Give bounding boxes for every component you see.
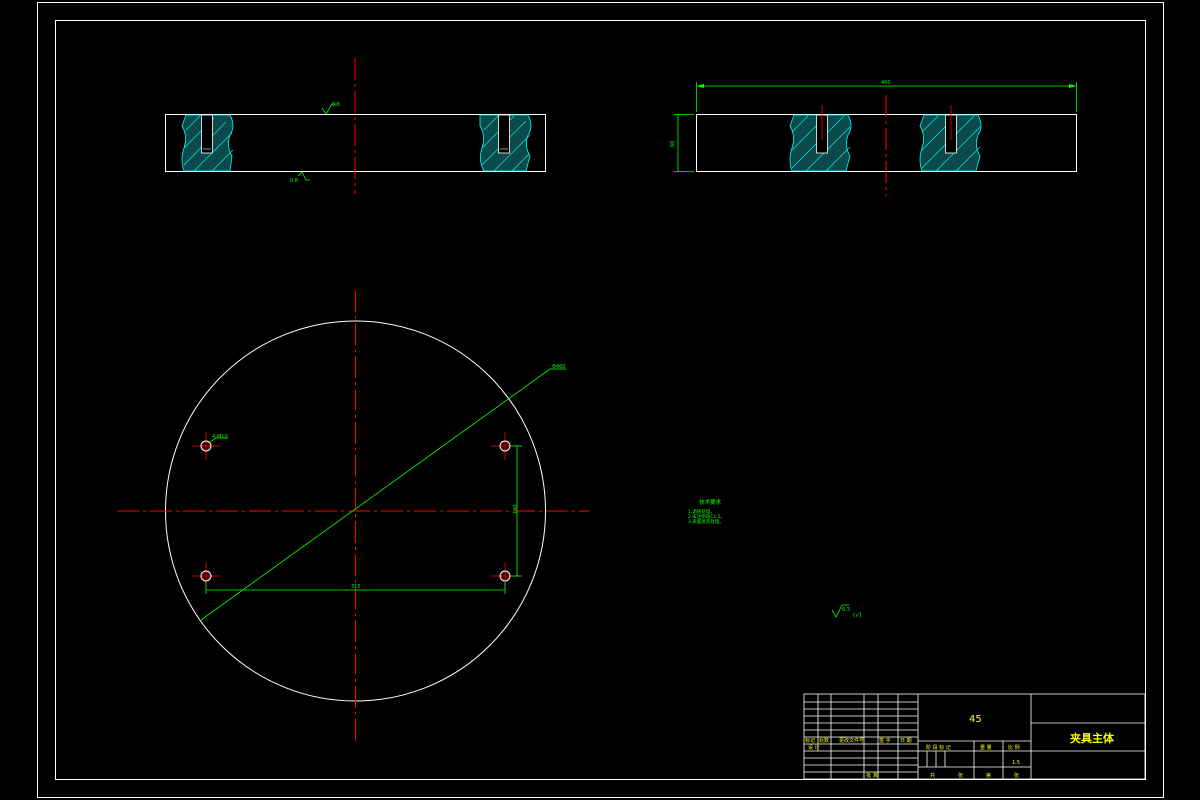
svg-text:张: 张 — [1014, 772, 1019, 779]
svg-text:(√): (√) — [853, 612, 862, 619]
svg-text:6.3: 6.3 — [332, 102, 340, 108]
svg-text:60: 60 — [670, 141, 676, 147]
svg-text:标记: 标记 — [805, 737, 815, 744]
svg-text:张: 张 — [958, 772, 963, 779]
material-label: 45 — [969, 714, 982, 725]
side-section-left — [789, 105, 852, 172]
tech-notes-title: 技术要求 — [699, 498, 722, 506]
plan-view: 4-M10 Φ460 315 140 — [117, 290, 590, 742]
svg-text:重 量: 重 量 — [980, 744, 992, 751]
svg-text:阶 段 标 记: 阶 段 标 记 — [926, 744, 951, 751]
side-height-dimension: 60 — [670, 114, 694, 172]
svg-text:设 计: 设 计 — [808, 744, 820, 751]
tech-note-line: 1.调质处理。 — [688, 508, 715, 515]
svg-text:140: 140 — [513, 504, 519, 514]
tech-note-line: 3.表面发黑处理。 — [688, 518, 724, 525]
front-section-right — [479, 114, 532, 172]
svg-text:日 期: 日 期 — [900, 738, 912, 744]
cad-drawing: 6.3 0.8 460 60 4-M10 Φ460 315 140 技术要求 1… — [37, 2, 1164, 798]
scale-value: 1:5 — [1012, 760, 1020, 766]
svg-text:比 例: 比 例 — [1008, 744, 1020, 751]
front-view: 6.3 0.8 — [165, 58, 546, 194]
general-roughness-note: 6.3 (√) — [831, 604, 862, 619]
svg-text:6.3: 6.3 — [842, 607, 850, 613]
svg-text:4-M10: 4-M10 — [212, 434, 228, 440]
svg-text:0.8: 0.8 — [290, 178, 298, 184]
svg-text:Φ460: Φ460 — [552, 364, 565, 370]
svg-text:共: 共 — [930, 772, 935, 779]
svg-text:460: 460 — [881, 80, 891, 86]
front-section-left — [181, 114, 234, 172]
part-name: 夹具主体 — [1070, 731, 1115, 745]
tech-note-line: 2.未注倒角C1.5。 — [688, 513, 725, 520]
hole-callout: 4-M10 — [209, 434, 228, 443]
svg-text:批 准: 批 准 — [866, 772, 878, 779]
svg-text:315: 315 — [351, 584, 361, 590]
title-block-text: 45 夹具主体 标记 处数 更改文件号 签 字 日 期 设 计 批 准 阶 段 … — [805, 714, 1115, 779]
side-section-right — [919, 105, 982, 172]
svg-text:处数: 处数 — [819, 737, 829, 744]
surface-finish-top: 6.3 — [321, 102, 340, 115]
svg-text:更改文件号: 更改文件号 — [839, 737, 864, 744]
surface-finish-bottom: 0.8 — [290, 171, 310, 184]
svg-text:签 字: 签 字 — [879, 737, 891, 744]
side-view: 460 60 — [670, 80, 1077, 196]
tech-notes: 技术要求 1.调质处理。 2.未注倒角C1.5。 3.表面发黑处理。 — [688, 498, 725, 525]
svg-text:第: 第 — [986, 772, 991, 779]
